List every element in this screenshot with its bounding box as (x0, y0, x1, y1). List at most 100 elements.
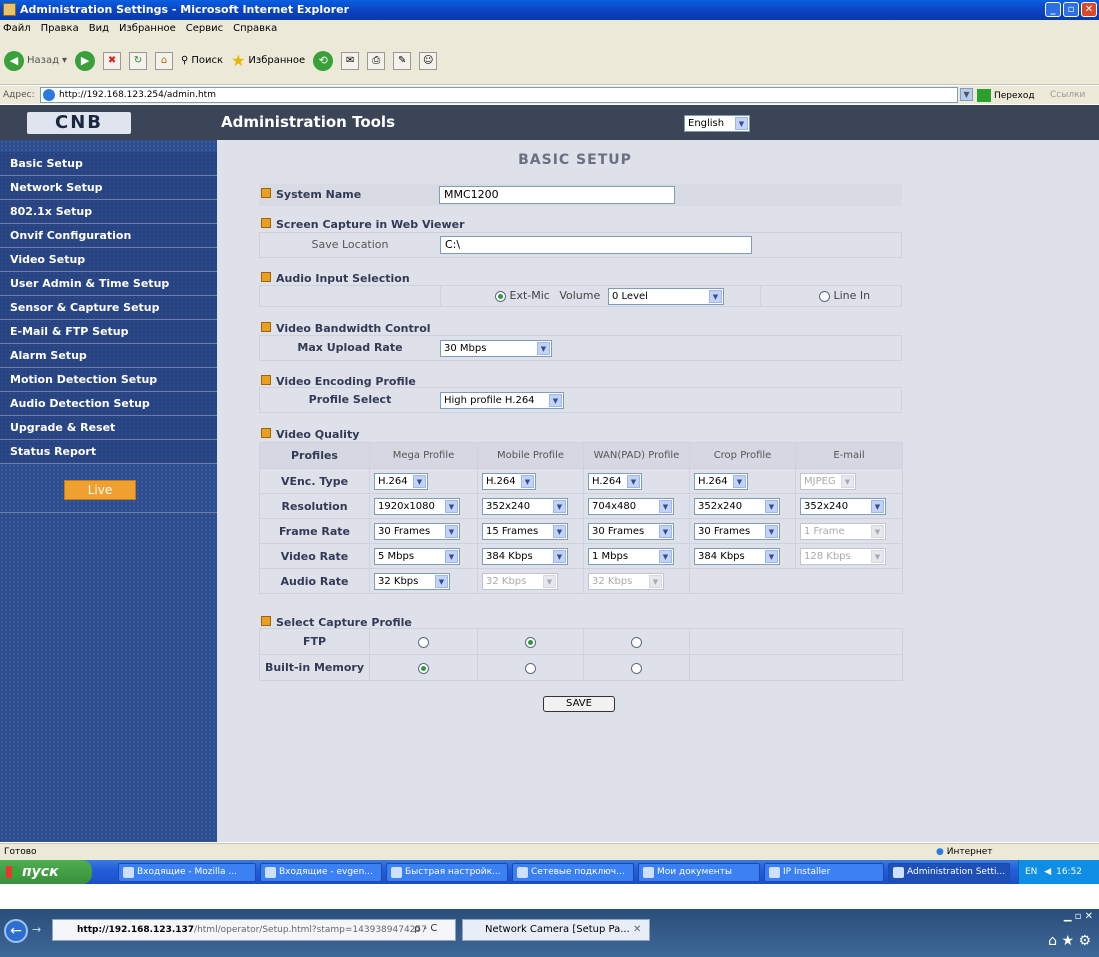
profile-select[interactable]: High profile H.264 ▼ (440, 392, 564, 409)
close-icon[interactable]: ✕ (633, 924, 641, 935)
search-button[interactable]: ⚲ Поиск (181, 55, 223, 66)
resolution-email-select[interactable]: 352x240 ▼ (800, 498, 886, 515)
table-cell: 30 Frames ▼ (369, 518, 478, 544)
stop-icon[interactable]: ✖ (103, 51, 122, 70)
ext-mic-radio[interactable] (495, 290, 506, 302)
venc-crop-select[interactable]: H.264 ▼ (694, 473, 748, 490)
links-button[interactable]: Ссылки (1050, 86, 1085, 104)
volume-icon[interactable]: ◀ (1044, 867, 1051, 877)
ftp-mobile-radio[interactable] (525, 636, 536, 648)
sidebar-item-audio-detection[interactable]: Audio Detection Setup (0, 392, 217, 416)
history-icon[interactable]: ⟲ (313, 50, 334, 71)
max-upload-select[interactable]: 30 Mbps ▼ (440, 340, 552, 357)
print-icon[interactable]: ⎙ (367, 51, 386, 70)
sidebar-item-basic-setup[interactable]: Basic Setup (0, 152, 217, 176)
close-button[interactable]: ✕ (1081, 2, 1097, 17)
framerate-mobile-select[interactable]: 15 Frames ▼ (482, 523, 568, 540)
table-cell: 30 Frames ▼ (583, 518, 690, 544)
ftp-mega-radio[interactable] (418, 636, 429, 648)
language-indicator[interactable]: EN (1025, 867, 1037, 877)
venc-wan-select[interactable]: H.264 ▼ (588, 473, 642, 490)
sidebar-item-status-report[interactable]: Status Report (0, 440, 217, 464)
live-button[interactable]: Live (64, 480, 136, 500)
sidebar-item-alarm[interactable]: Alarm Setup (0, 344, 217, 368)
chevron-down-icon: ▼ (733, 475, 746, 488)
task-ip-installer[interactable]: IP Installer (764, 862, 884, 882)
audiorate-mega-select[interactable]: 32 Kbps ▼ (374, 573, 450, 590)
home-icon[interactable]: ⌂ (155, 51, 174, 70)
ie9-window-controls[interactable]: ▁ ▫ ✕ (1064, 911, 1093, 922)
go-button[interactable]: Переход (977, 87, 1035, 105)
task-admin-settings[interactable]: Administration Setti... (888, 862, 1010, 882)
framerate-mega-select[interactable]: 30 Frames ▼ (374, 523, 460, 540)
system-name-input[interactable]: MMC1200 (439, 186, 675, 204)
ie9-search-refresh[interactable]: ρ - C (414, 923, 437, 934)
menu-view[interactable]: Вид (89, 20, 109, 37)
search-icon: ⚲ (181, 55, 189, 66)
save-location-input[interactable]: C:\ (440, 236, 752, 254)
language-select[interactable]: English ▼ (684, 115, 750, 132)
task-inbox[interactable]: Входящие - evgen... (260, 862, 382, 882)
address-dropdown-icon[interactable]: ▼ (960, 88, 973, 101)
ie9-address-input[interactable]: http://192.168.123.137/html/operator/Set… (52, 919, 456, 941)
menu-favorites[interactable]: Избранное (119, 20, 176, 37)
maximize-button[interactable]: ▫ (1063, 2, 1079, 17)
builtin-mobile-radio[interactable] (525, 662, 536, 674)
builtin-mega-radio[interactable] (418, 662, 429, 674)
venc-mega-select[interactable]: H.264 ▼ (374, 473, 428, 490)
resolution-wan-select[interactable]: 704x480 ▼ (588, 498, 674, 515)
menu-tools[interactable]: Сервис (186, 20, 223, 37)
table-cell: 32 Kbps ▼ (477, 568, 584, 594)
table-cell: 352x240 ▼ (477, 493, 584, 519)
framerate-crop-select[interactable]: 30 Frames ▼ (694, 523, 780, 540)
sidebar-item-email-ftp[interactable]: E-Mail & FTP Setup (0, 320, 217, 344)
videorate-wan-select[interactable]: 1 Mbps ▼ (588, 548, 674, 565)
sidebar-item-upgrade-reset[interactable]: Upgrade & Reset (0, 416, 217, 440)
sidebar-item-user-admin[interactable]: User Admin & Time Setup (0, 272, 217, 296)
videorate-mega-select[interactable]: 5 Mbps ▼ (374, 548, 460, 565)
address-input[interactable]: http://192.168.123.254/admin.htm (40, 87, 958, 103)
messenger-icon[interactable]: ☺ (419, 51, 438, 70)
back-label: Назад (27, 55, 60, 66)
refresh-icon[interactable]: ↻ (129, 51, 148, 70)
task-mozilla[interactable]: Входящие - Mozilla ... (118, 862, 256, 882)
framerate-wan-select[interactable]: 30 Frames ▼ (588, 523, 674, 540)
resolution-mobile-select[interactable]: 352x240 ▼ (482, 498, 568, 515)
resolution-mega-select[interactable]: 1920x1080 ▼ (374, 498, 460, 515)
venc-mobile-select[interactable]: H.264 ▼ (482, 473, 536, 490)
sidebar-item-onvif[interactable]: Onvif Configuration (0, 224, 217, 248)
ie9-tab[interactable]: Network Camera [Setup Pa... ✕ (462, 919, 650, 941)
clock: 16:52 (1056, 867, 1083, 877)
sidebar-item-motion-detection[interactable]: Motion Detection Setup (0, 368, 217, 392)
videorate-mobile-select[interactable]: 384 Kbps ▼ (482, 548, 568, 565)
table-cell: 704x480 ▼ (583, 493, 690, 519)
back-button[interactable]: ◀ Назад ▾ (4, 50, 67, 71)
mail-icon[interactable]: ✉ (341, 51, 360, 70)
volume-select[interactable]: 0 Level ▼ (608, 288, 724, 305)
minimize-button[interactable]: _ (1045, 2, 1061, 17)
videorate-crop-select[interactable]: 384 Kbps ▼ (694, 548, 780, 565)
menu-edit[interactable]: Правка (41, 20, 79, 37)
table-cell: 352x240 ▼ (795, 493, 903, 519)
start-button[interactable]: пуск (0, 860, 92, 884)
sidebar-item-sensor-capture[interactable]: Sensor & Capture Setup (0, 296, 217, 320)
task-my-documents[interactable]: Мои документы (638, 862, 760, 882)
sidebar-item-network-setup[interactable]: Network Setup (0, 176, 217, 200)
line-in-radio[interactable] (819, 290, 830, 302)
sidebar-item-video-setup[interactable]: Video Setup (0, 248, 217, 272)
task-quick-setup[interactable]: Быстрая настройк... (386, 862, 508, 882)
resolution-crop-select[interactable]: 352x240 ▼ (694, 498, 780, 515)
menu-help[interactable]: Справка (233, 20, 277, 37)
builtin-wan-radio[interactable] (631, 662, 642, 674)
home-star-gear-icon[interactable]: ⌂ ★ ⚙ (1048, 933, 1091, 949)
edit-icon[interactable]: ✎ (393, 51, 412, 70)
forward-arrow-icon[interactable]: → (32, 923, 41, 936)
favorites-button[interactable]: ★ Избранное (231, 51, 305, 70)
sidebar-item-8021x-setup[interactable]: 802.1x Setup (0, 200, 217, 224)
forward-button[interactable]: ▶ (75, 50, 96, 71)
ftp-wan-radio[interactable] (631, 636, 642, 648)
task-network[interactable]: Сетевые подключ... (512, 862, 634, 882)
save-button[interactable]: SAVE (543, 696, 615, 712)
menu-file[interactable]: Файл (3, 20, 31, 37)
back-arrow-icon[interactable]: ← (4, 919, 28, 943)
